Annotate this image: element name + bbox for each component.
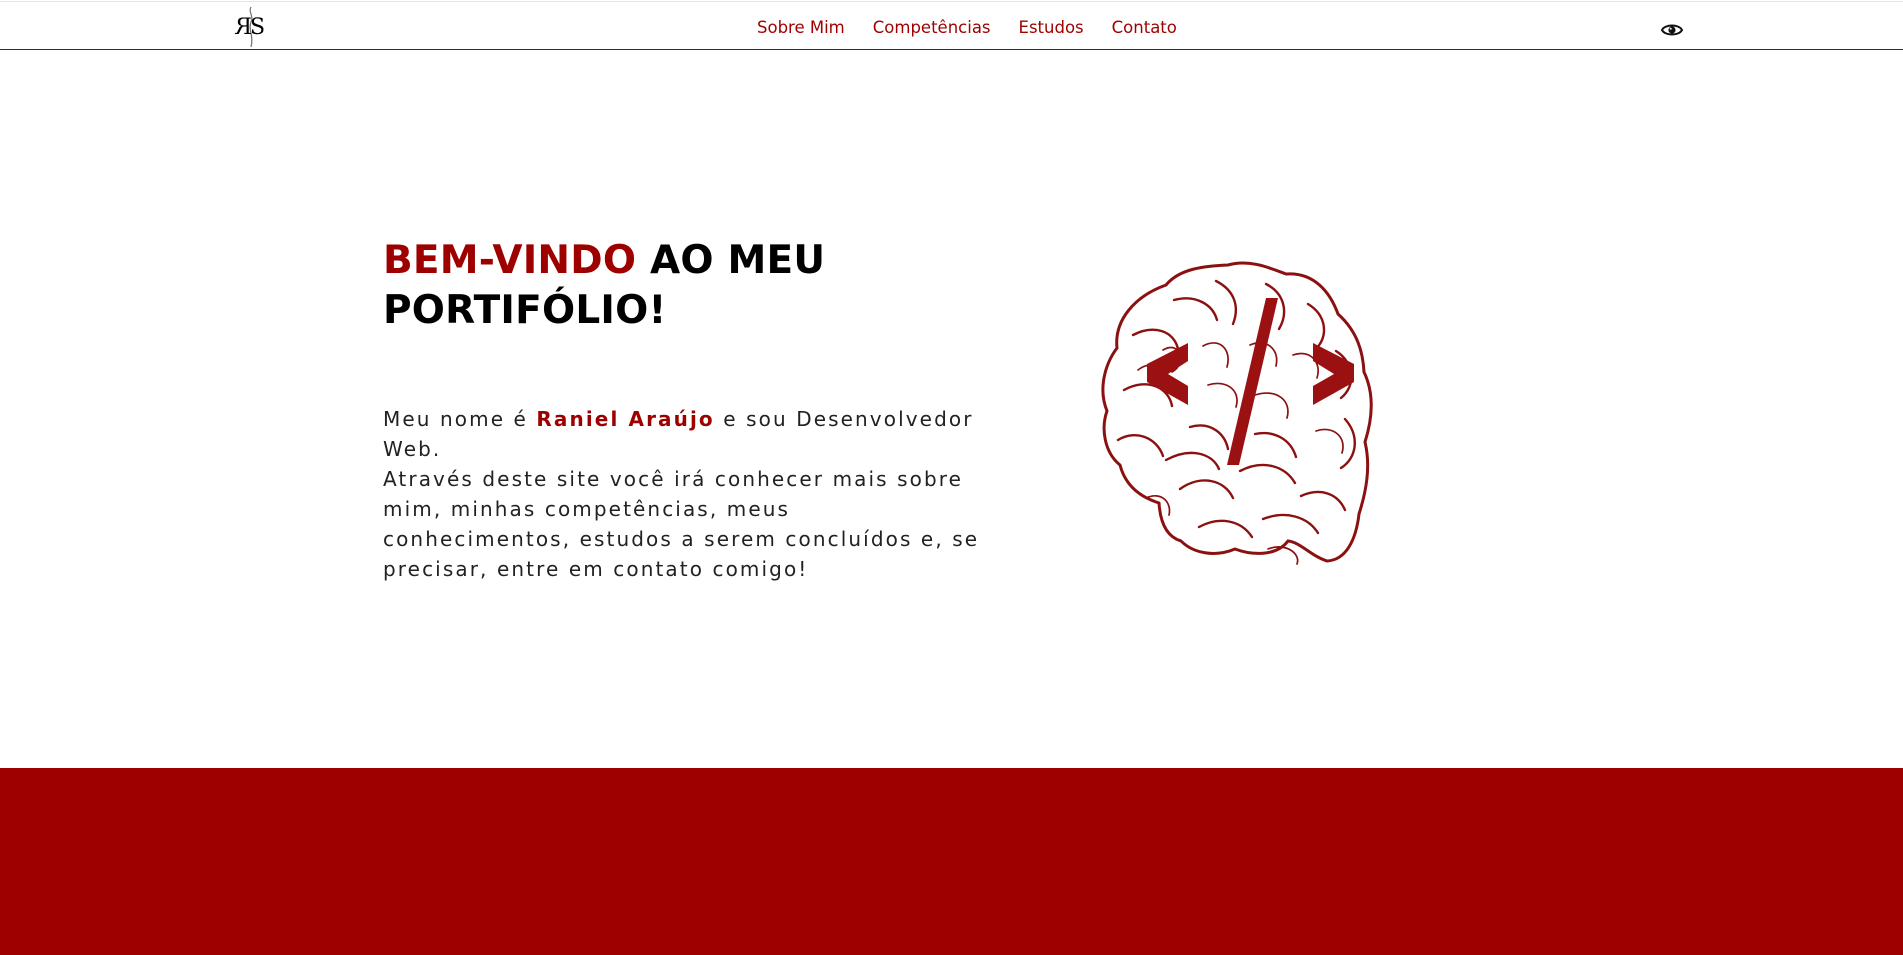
rs-logo-icon[interactable]: R S bbox=[232, 6, 270, 48]
eye-icon[interactable] bbox=[1660, 21, 1684, 39]
intro-before-name: Meu nome é bbox=[383, 407, 537, 431]
main-menu: Sobre Mim Competências Estudos Contato bbox=[757, 18, 1177, 37]
nav-link-competencias[interactable]: Competências bbox=[873, 18, 991, 37]
page-title: BEM-VINDO AO MEU PORTIFÓLIO! bbox=[383, 236, 943, 336]
nav-link-sobre-mim[interactable]: Sobre Mim bbox=[757, 18, 845, 37]
nav-link-contato[interactable]: Contato bbox=[1112, 18, 1177, 37]
intro-text: Meu nome é Raniel Araújo e sou Desenvolv… bbox=[383, 404, 983, 584]
title-accent: BEM-VINDO bbox=[383, 238, 637, 283]
brain-code-icon bbox=[1101, 261, 1373, 565]
author-name: Raniel Araújo bbox=[536, 407, 715, 431]
site-description: Através deste site você irá conhecer mai… bbox=[383, 467, 980, 581]
page: R S Sobre Mim Competências Estudos Conta… bbox=[0, 0, 1903, 955]
top-navigation: R S Sobre Mim Competências Estudos Conta… bbox=[0, 1, 1903, 50]
svg-text:S: S bbox=[250, 15, 265, 40]
red-footer-band bbox=[0, 768, 1903, 955]
nav-link-estudos[interactable]: Estudos bbox=[1019, 18, 1084, 37]
welcome-section: BEM-VINDO AO MEU PORTIFÓLIO! Meu nome é … bbox=[0, 50, 1903, 768]
